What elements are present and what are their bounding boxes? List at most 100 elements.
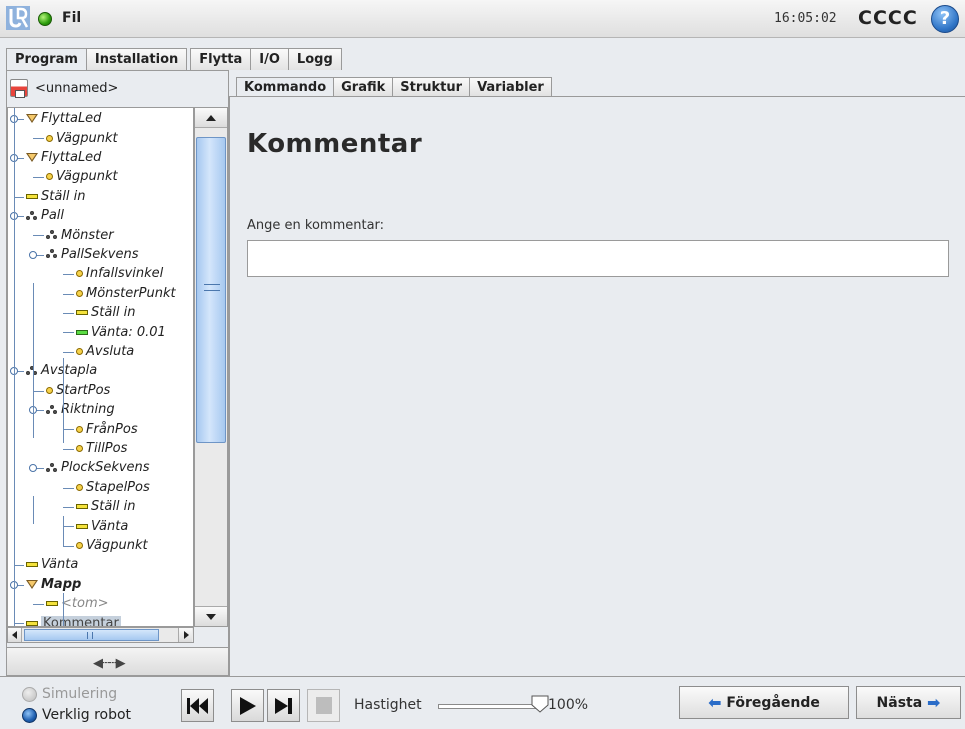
speed-value: 100%	[548, 697, 589, 713]
program-tree[interactable]: FlyttaLed Vägpunkt FlyttaLed Vägpunkt Ställ …	[7, 107, 194, 627]
scroll-right-arrow-icon[interactable]	[178, 628, 192, 642]
tree-node-label: Vänta: 0.01	[91, 324, 166, 340]
pallet-icon	[46, 249, 58, 259]
tree-node[interactable]: Ställ in	[76, 303, 136, 322]
tree-node[interactable]: Pall	[26, 206, 64, 225]
file-menu[interactable]: Fil	[62, 10, 81, 26]
simulation-mode-option[interactable]: Simulering	[22, 686, 117, 702]
tab-installation[interactable]: Installation	[85, 48, 188, 70]
tree-node[interactable]: Infallsvinkel	[76, 264, 163, 283]
save-icon[interactable]	[10, 79, 28, 98]
real-robot-label: Verklig robot	[42, 707, 132, 723]
tree-node[interactable]: PlockSekvens	[46, 458, 150, 477]
tree-node-label: Ställ in	[91, 499, 136, 515]
tree-node-label: MönsterPunkt	[86, 285, 176, 301]
tree-node[interactable]: FlyttaLed	[26, 148, 101, 167]
command-panel: Kommentar Ange en kommentar:	[229, 96, 965, 676]
tree-node-label: FlyttaLed	[41, 111, 102, 127]
clock: 16:05:02	[774, 11, 837, 26]
speed-slider-track[interactable]	[438, 704, 538, 709]
set-icon	[46, 601, 58, 607]
tree-node-label: StapelPos	[86, 479, 150, 495]
tab-log[interactable]: Logg	[287, 48, 342, 70]
tree-node[interactable]: Mapp	[26, 575, 81, 594]
waypoint-icon	[46, 134, 53, 142]
expand-toggle-icon[interactable]	[29, 464, 37, 473]
horizontal-scroll-thumb[interactable]	[24, 629, 159, 641]
move-icon	[26, 152, 38, 162]
scroll-thumb[interactable]	[196, 137, 226, 443]
tree-node[interactable]: Vägpunkt	[46, 167, 118, 186]
robot-status-icon	[38, 12, 52, 26]
skip-to-start-button[interactable]	[181, 689, 214, 722]
tree-node[interactable]: Vägpunkt	[76, 536, 148, 555]
tree-node-label: Vägpunkt	[86, 537, 148, 553]
top-bar: Fil 16:05:02 CCCC ?	[0, 0, 965, 38]
waypoint-icon	[76, 270, 83, 278]
scroll-left-arrow-icon[interactable]	[8, 628, 22, 642]
previous-button[interactable]: ⬅ Föregående	[679, 686, 849, 719]
tree-node-label: TillPos	[86, 440, 128, 456]
tree-node[interactable]: Kommentar	[26, 613, 121, 626]
simulation-radio-icon[interactable]	[22, 686, 37, 702]
stop-icon	[316, 697, 332, 714]
scroll-up-arrow-icon[interactable]	[195, 108, 227, 128]
step-button[interactable]	[267, 689, 300, 722]
pallet-icon	[46, 404, 58, 415]
tree-node[interactable]: Avstapla	[26, 361, 97, 380]
waypoint-icon	[46, 173, 53, 181]
help-icon[interactable]: ?	[931, 5, 959, 33]
tab-structure[interactable]: Struktur	[392, 77, 471, 97]
next-button[interactable]: Nästa ➡	[856, 686, 961, 719]
tab-variables[interactable]: Variabler	[469, 77, 552, 97]
play-button[interactable]	[231, 689, 264, 722]
tree-node[interactable]: Vägpunkt	[46, 128, 118, 147]
tree-node[interactable]: Ställ in	[76, 497, 136, 516]
tree-node[interactable]: StartPos	[46, 381, 110, 400]
speed-slider-knob[interactable]	[531, 695, 549, 713]
comment-input[interactable]	[247, 240, 949, 277]
tree-node-label: Mapp	[41, 576, 82, 592]
scroll-down-arrow-icon[interactable]	[195, 606, 227, 626]
page-title: Kommentar	[247, 129, 423, 159]
tree-node[interactable]: Mönster	[46, 225, 114, 244]
tree-node[interactable]: Vänta	[26, 555, 78, 574]
real-robot-radio-icon[interactable]	[22, 707, 37, 723]
tree-node[interactable]: FlyttaLed	[26, 109, 101, 128]
tree-node[interactable]: PallSekvens	[46, 245, 139, 264]
tree-vertical-scrollbar[interactable]	[194, 107, 228, 627]
real-robot-mode-option[interactable]: Verklig robot	[22, 707, 131, 723]
tree-node[interactable]: TillPos	[76, 439, 127, 458]
tree-node[interactable]: FrånPos	[76, 419, 138, 438]
program-tree-panel: <unnamed> FlyttaLed Vägpunkt FlyttaLed Vägp…	[6, 70, 229, 676]
tree-node[interactable]: Avsluta	[76, 342, 134, 361]
pallet-icon	[46, 230, 58, 240]
tree-node[interactable]: StapelPos	[76, 478, 150, 497]
ur-logo-icon	[6, 6, 30, 30]
waypoint-icon	[76, 483, 83, 491]
panel-resize-button[interactable]: ◀┄┄▶	[7, 647, 228, 675]
stop-button[interactable]	[307, 689, 340, 722]
tab-program[interactable]: Program	[6, 48, 87, 71]
expand-toggle-icon[interactable]	[29, 250, 37, 259]
tree-horizontal-scrollbar[interactable]	[7, 627, 194, 643]
robot-name: CCCC	[858, 7, 918, 29]
tree-node[interactable]: Riktning	[46, 400, 115, 419]
tree-node-label: StartPos	[56, 382, 111, 398]
waypoint-icon	[76, 444, 83, 452]
tree-node[interactable]: Ställ in	[26, 187, 86, 206]
tab-command[interactable]: Kommando	[236, 77, 335, 97]
tree-node[interactable]: <tom>	[46, 594, 109, 613]
tree-node[interactable]: MönsterPunkt	[76, 284, 176, 303]
set-icon	[76, 310, 88, 316]
pallet-icon	[26, 365, 38, 376]
arrow-right-icon: ➡	[927, 693, 941, 712]
pallet-icon	[46, 462, 58, 473]
tab-move[interactable]: Flytta	[190, 48, 252, 70]
pallet-icon	[26, 210, 38, 221]
tree-node[interactable]: Vänta	[76, 516, 128, 535]
tab-io[interactable]: I/O	[250, 48, 289, 70]
tab-graphics[interactable]: Grafik	[333, 77, 394, 97]
tree-node[interactable]: Vänta: 0.01	[76, 322, 166, 341]
command-tabs: Kommando Grafik Struktur Variabler	[236, 77, 552, 97]
